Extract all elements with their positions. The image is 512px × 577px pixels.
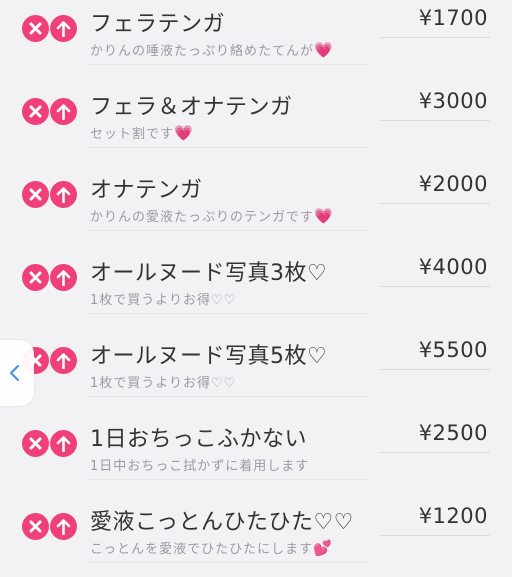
- item-description[interactable]: かりんの唾液たっぷり絡めたてんが💗: [90, 40, 334, 59]
- item-description[interactable]: セット割です💗: [90, 123, 194, 142]
- divider: [90, 147, 368, 148]
- divider: [380, 203, 490, 204]
- item-price[interactable]: ¥1700: [419, 6, 488, 30]
- close-icon: [29, 520, 42, 533]
- arrow-up-icon: [56, 436, 71, 452]
- close-icon: [29, 437, 42, 450]
- heart-emoji: 💕: [313, 539, 333, 557]
- item-price[interactable]: ¥4000: [419, 255, 488, 279]
- arrow-up-icon: [56, 519, 71, 535]
- divider: [90, 562, 368, 563]
- close-icon: [29, 271, 42, 284]
- divider: [90, 396, 368, 397]
- item-name[interactable]: オールヌード写真5枚♡: [90, 338, 327, 370]
- divider: [90, 313, 368, 314]
- move-up-button[interactable]: [50, 513, 77, 540]
- divider: [90, 64, 368, 65]
- item-description[interactable]: 1枚で買うよりお得♡♡: [90, 289, 236, 308]
- divider: [380, 286, 490, 287]
- move-up-button[interactable]: [50, 430, 77, 457]
- delete-button[interactable]: [22, 15, 49, 42]
- divider: [90, 230, 368, 231]
- move-up-button[interactable]: [50, 15, 77, 42]
- arrow-up-icon: [56, 187, 71, 203]
- move-up-button[interactable]: [50, 98, 77, 125]
- heart-emoji: 💗: [174, 124, 194, 142]
- arrow-up-icon: [56, 21, 71, 37]
- item-price[interactable]: ¥2500: [419, 421, 488, 445]
- arrow-up-icon: [56, 104, 71, 120]
- divider: [380, 37, 490, 38]
- heart-emoji: 💗: [314, 207, 334, 225]
- arrow-up-icon: [56, 353, 71, 369]
- item-name[interactable]: オナテンガ: [90, 172, 203, 204]
- divider: [90, 479, 368, 480]
- item-name[interactable]: 愛液こっとんひたひた♡♡: [90, 504, 354, 536]
- delete-button[interactable]: [22, 181, 49, 208]
- item-name[interactable]: フェラ＆オナテンガ: [90, 89, 293, 121]
- list-item: オナテンガ ¥2000 かりんの愛液たっぷりのテンガです💗: [0, 166, 512, 249]
- item-name[interactable]: 1日おちっこふかない: [90, 421, 307, 453]
- item-description[interactable]: かりんの愛液たっぷりのテンガです💗: [90, 206, 334, 225]
- list-item: 1日おちっこふかない ¥2500 1日中おちっこ拭かずに着用します: [0, 415, 512, 498]
- delete-button[interactable]: [22, 430, 49, 457]
- heart-emoji: 💗: [314, 41, 334, 59]
- item-price[interactable]: ¥5500: [419, 338, 488, 362]
- close-icon: [29, 188, 42, 201]
- close-icon: [29, 105, 42, 118]
- item-description[interactable]: こっとんを愛液でひたひたにします💕: [90, 538, 333, 557]
- chevron-left-icon: [9, 364, 20, 382]
- close-icon: [29, 22, 42, 35]
- arrow-up-icon: [56, 270, 71, 286]
- move-up-button[interactable]: [50, 181, 77, 208]
- list-item: フェラテンガ ¥1700 かりんの唾液たっぷり絡めたてんが💗: [0, 0, 512, 83]
- item-description[interactable]: 1日中おちっこ拭かずに着用します: [90, 455, 309, 474]
- list-item: 愛液こっとんひたひた♡♡ ¥1200 こっとんを愛液でひたひたにします💕: [0, 498, 512, 577]
- divider: [380, 452, 490, 453]
- back-tab[interactable]: [0, 340, 34, 406]
- item-price[interactable]: ¥1200: [419, 504, 488, 528]
- delete-button[interactable]: [22, 264, 49, 291]
- divider: [380, 120, 490, 121]
- move-up-button[interactable]: [50, 264, 77, 291]
- list-item: フェラ＆オナテンガ ¥3000 セット割です💗: [0, 83, 512, 166]
- move-up-button[interactable]: [50, 347, 77, 374]
- item-name[interactable]: オールヌード写真3枚♡: [90, 255, 327, 287]
- divider: [380, 535, 490, 536]
- delete-button[interactable]: [22, 513, 49, 540]
- delete-button[interactable]: [22, 98, 49, 125]
- menu-item-list: フェラテンガ ¥1700 かりんの唾液たっぷり絡めたてんが💗 フェラ＆オナテンガ…: [0, 0, 512, 577]
- list-item: オールヌード写真3枚♡ ¥4000 1枚で買うよりお得♡♡: [0, 249, 512, 332]
- item-description[interactable]: 1枚で買うよりお得♡♡: [90, 372, 236, 391]
- item-name[interactable]: フェラテンガ: [90, 6, 225, 38]
- item-price[interactable]: ¥2000: [419, 172, 488, 196]
- item-price[interactable]: ¥3000: [419, 89, 488, 113]
- divider: [380, 369, 490, 370]
- list-item: オールヌード写真5枚♡ ¥5500 1枚で買うよりお得♡♡: [0, 332, 512, 415]
